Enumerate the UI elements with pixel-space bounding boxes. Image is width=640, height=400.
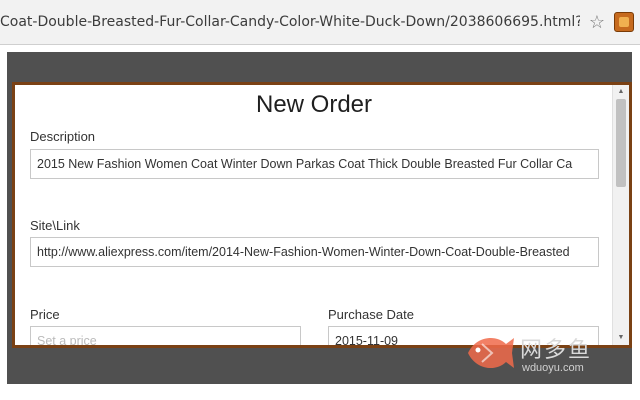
bookmark-star-icon[interactable]: ☆ xyxy=(587,12,607,32)
page-title: New Order xyxy=(255,91,373,118)
description-label: Description xyxy=(30,129,96,144)
form-content: New Order Description 2015 New Fashion W… xyxy=(15,85,613,345)
watermark-url-text: wduoyu.com xyxy=(522,362,584,374)
price-label: Price xyxy=(30,307,60,322)
description-field[interactable]: 2015 New Fashion Women Coat Winter Down … xyxy=(30,149,599,179)
site-link-field[interactable]: http://www.aliexpress.com/item/2014-New-… xyxy=(30,237,599,267)
fish-logo-icon xyxy=(468,337,514,369)
new-order-panel: New Order Description 2015 New Fashion W… xyxy=(12,82,632,348)
browser-toolbar: Coat-Double-Breasted-Fur-Collar-Candy-Co… xyxy=(0,0,640,45)
site-link-label: Site\Link xyxy=(30,218,80,233)
scroll-thumb[interactable] xyxy=(616,99,626,187)
purchase-date-label: Purchase Date xyxy=(328,307,414,322)
price-field[interactable]: Set a price xyxy=(30,326,301,345)
purchase-date-value: 2015-11-09 xyxy=(335,334,399,345)
scroll-up-arrow-icon[interactable]: ▲ xyxy=(613,85,629,99)
extension-icon[interactable] xyxy=(614,12,634,32)
address-bar[interactable]: Coat-Double-Breasted-Fur-Collar-Candy-Co… xyxy=(0,12,580,32)
popup-scrollbar[interactable]: ▲ ▼ xyxy=(612,85,629,345)
site-watermark: 网多鱼 wduoyu.com xyxy=(462,330,632,380)
watermark-chinese-text: 网多鱼 xyxy=(520,338,593,363)
